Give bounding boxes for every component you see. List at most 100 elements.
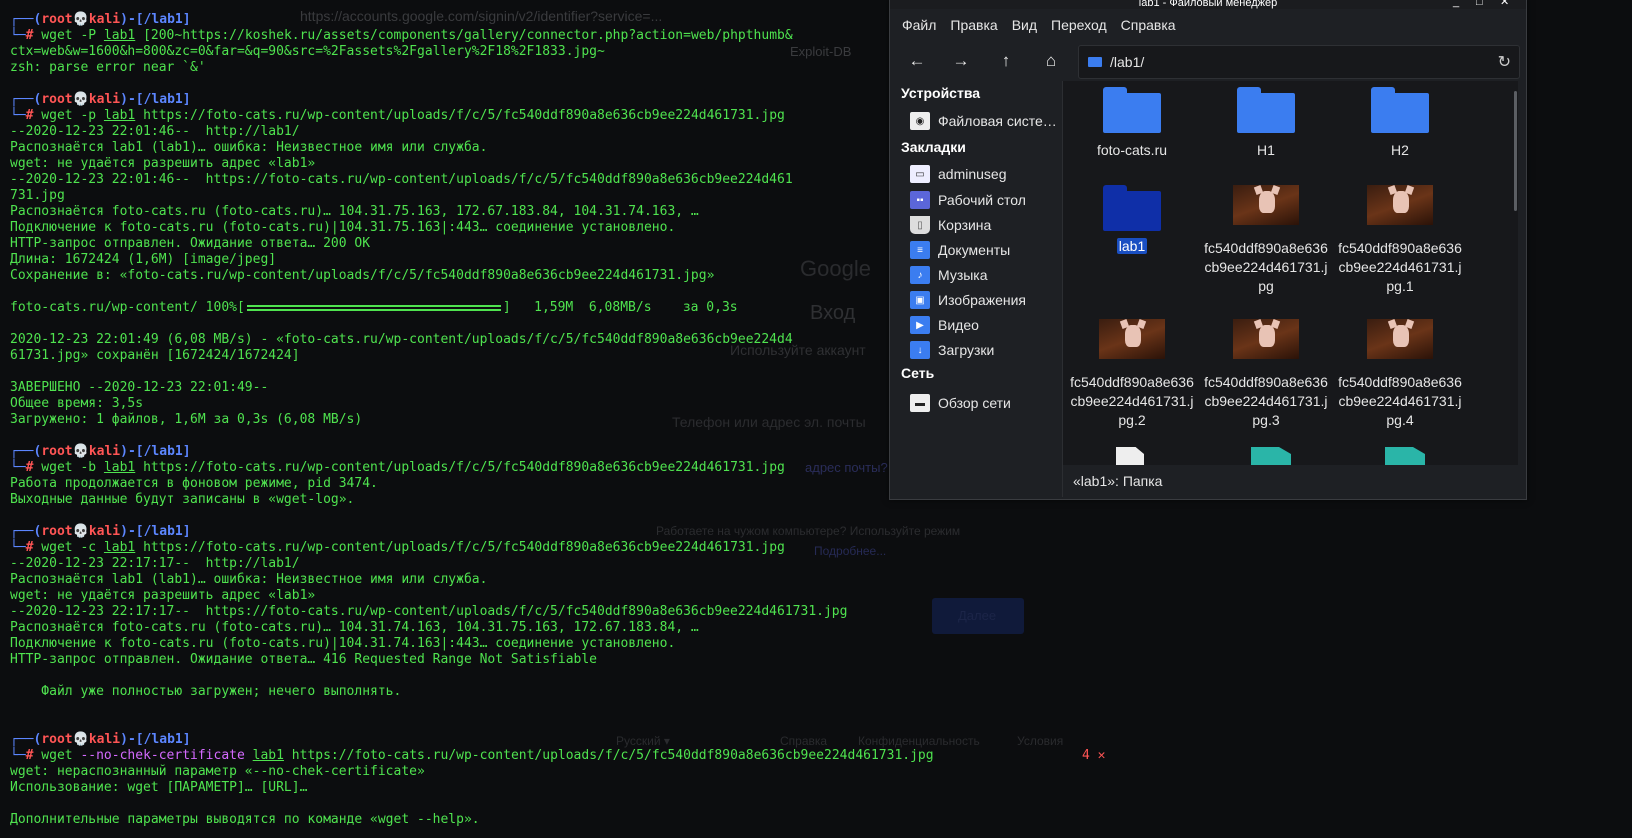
command-text: wget -b bbox=[33, 460, 104, 475]
maximize-icon[interactable]: □ bbox=[1476, 0, 1483, 8]
prompt-host: kali bbox=[88, 524, 121, 539]
sidebar-item-label: Обзор сети bbox=[938, 395, 1011, 411]
terminal-output-line: HTTP-запрос отправлен. Ожидание ответа… … bbox=[10, 236, 371, 251]
sidebar-item-trash[interactable]: ▯ Корзина bbox=[910, 213, 991, 237]
sidebar-item-label: adminuseg bbox=[938, 166, 1007, 182]
location-bar[interactable]: /lab1/ ↻ bbox=[1078, 45, 1520, 79]
item-label: fc540ddf890a8e636cb9ee224d461731.jpg.2 bbox=[1070, 374, 1194, 428]
prompt-bracket: ] bbox=[182, 444, 191, 459]
up-arrow-icon[interactable]: ↑ bbox=[990, 46, 1022, 76]
sidebar-item-label: Корзина bbox=[938, 217, 992, 233]
prompt-arrow: └─ bbox=[10, 108, 26, 123]
prompt-arrow: └─ bbox=[10, 748, 26, 763]
command-text: wget -p bbox=[33, 108, 104, 123]
item-label: H2 bbox=[1391, 142, 1409, 158]
network-icon: ▬ bbox=[910, 394, 930, 412]
terminal-output-line: 2020-12-23 22:01:49 (6,08 MB/s) - «foto-… bbox=[10, 332, 793, 347]
prompt-dir: /lab1 bbox=[143, 524, 183, 539]
file-manager-window[interactable]: lab1 - Файловый менеджер _ □ ✕ Файл Прав… bbox=[889, 0, 1527, 500]
sidebar-item-label: Документы bbox=[938, 242, 1011, 258]
sidebar-item-music[interactable]: ♪ Музыка bbox=[910, 263, 988, 287]
menu-help[interactable]: Справка bbox=[1121, 17, 1176, 33]
menu-file[interactable]: Файл bbox=[902, 17, 936, 33]
terminal-output-line: Распознаётся foto-cats.ru (foto-cats.ru)… bbox=[10, 204, 699, 219]
prompt-bracket: ] bbox=[182, 732, 191, 747]
command-text: https://foto-cats.ru/wp-content/uploads/… bbox=[135, 460, 785, 475]
prompt-bracket: ┌──( bbox=[10, 444, 42, 459]
forward-arrow-icon[interactable]: → bbox=[945, 46, 977, 76]
prompt-bracket: ] bbox=[182, 92, 191, 107]
folder-item-selected[interactable]: lab1 bbox=[1065, 185, 1199, 256]
home-icon[interactable]: ⌂ bbox=[1035, 46, 1067, 76]
image-item[interactable]: fc540ddf890a8e636cb9ee224d461731.jpg.2 bbox=[1065, 319, 1199, 430]
command-dir: lab1 bbox=[103, 460, 136, 475]
terminal-output-line: HTTP-запрос отправлен. Ожидание ответа… … bbox=[10, 652, 597, 667]
scrollbar[interactable] bbox=[1514, 91, 1517, 211]
progress-bar bbox=[246, 304, 501, 311]
menu-view[interactable]: Вид bbox=[1012, 17, 1037, 33]
command-dir: lab1 bbox=[103, 28, 136, 43]
folder-icon bbox=[1103, 185, 1161, 231]
sidebar-item-network[interactable]: ▬ Обзор сети bbox=[910, 391, 1011, 415]
image-item[interactable]: fc540ddf890a8e636cb9ee224d461731.jpg.3 bbox=[1199, 319, 1333, 430]
item-label: foto-cats.ru bbox=[1096, 142, 1168, 158]
sidebar-item-label: Рабочий стол bbox=[938, 192, 1026, 208]
terminal-output-line: Дополнительные параметры выводятся по ко… bbox=[10, 812, 480, 827]
prompt-header: ┌──(root💀kali)-[/lab1] bbox=[10, 524, 191, 540]
image-item[interactable]: fc540ddf890a8e636cb9ee224d461731.jpg.4 bbox=[1333, 319, 1467, 430]
file-icon bbox=[1116, 447, 1144, 465]
prompt-arrow: └─ bbox=[10, 460, 26, 475]
command-text: wget -c bbox=[33, 540, 104, 555]
terminal-output-line: Распознаётся foto-cats.ru (foto-cats.ru)… bbox=[10, 620, 699, 635]
error-icon: ✕ bbox=[1097, 748, 1106, 763]
reload-icon[interactable]: ↻ bbox=[1498, 52, 1511, 72]
drive-icon: ◉ bbox=[910, 112, 930, 130]
toolbar: ← → ↑ ⌂ /lab1/ ↻ bbox=[890, 41, 1526, 81]
back-arrow-icon[interactable]: ← bbox=[901, 46, 933, 76]
prompt-bracket: ┌──( bbox=[10, 12, 42, 27]
sidebar-item-home[interactable]: ▭ adminuseg bbox=[910, 162, 1007, 186]
menu-go[interactable]: Переход bbox=[1051, 17, 1107, 33]
folder-item[interactable]: H2 bbox=[1333, 87, 1467, 160]
prompt-user: root bbox=[41, 444, 73, 459]
image-item[interactable]: fc540ddf890a8e636cb9ee224d461731.jpg bbox=[1199, 185, 1333, 296]
prompt-header: ┌──(root💀kali)-[/lab1] bbox=[10, 732, 191, 748]
downloads-icon: ↓ bbox=[910, 341, 930, 359]
folder-icon bbox=[1371, 87, 1429, 133]
menu-edit[interactable]: Правка bbox=[950, 17, 997, 33]
sidebar-item-documents[interactable]: ≡ Документы bbox=[910, 238, 1010, 262]
sidebar-item-downloads[interactable]: ↓ Загрузки bbox=[910, 338, 994, 362]
item-label: H1 bbox=[1257, 142, 1275, 158]
folder-icon bbox=[1237, 87, 1295, 133]
terminal-output-line: --2020-12-23 22:17:17-- http://lab1/ bbox=[10, 556, 300, 571]
sidebar-item-video[interactable]: ▶ Видео bbox=[910, 313, 979, 337]
terminal-output-line: --2020-12-23 22:01:46-- https://foto-cat… bbox=[10, 172, 793, 187]
image-item[interactable]: fc540ddf890a8e636cb9ee224d461731.jpg.1 bbox=[1333, 185, 1467, 296]
exit-code: 4 bbox=[1082, 748, 1098, 763]
prompt-bracket: ] bbox=[182, 12, 191, 27]
file-view[interactable]: foto-cats.ru H1 H2 lab1 fc540ddf890a8e63… bbox=[1063, 81, 1518, 465]
command-flag: --no-chek-certificate bbox=[80, 748, 245, 763]
sidebar-item-pictures[interactable]: ▣ Изображения bbox=[910, 288, 1026, 312]
folder-item[interactable]: foto-cats.ru bbox=[1065, 87, 1199, 160]
image-thumbnail bbox=[1367, 319, 1433, 359]
terminal-output-line: wget: нераспознанный параметр «--no-chek… bbox=[10, 764, 425, 779]
close-icon[interactable]: ✕ bbox=[1500, 0, 1509, 8]
sidebar-item-filesystem[interactable]: ◉ Файловая систе… bbox=[910, 109, 1057, 133]
prompt-host: kali bbox=[88, 444, 121, 459]
prompt-bracket: ┌──( bbox=[10, 524, 42, 539]
prompt-bracket: )-[ bbox=[120, 732, 144, 747]
skull-icon: 💀 bbox=[72, 444, 89, 459]
prompt-command: └─# wget -P lab1 [200~https://koshek.ru/… bbox=[10, 28, 793, 44]
image-thumbnail bbox=[1099, 319, 1165, 359]
minimize-icon[interactable]: _ bbox=[1453, 0, 1459, 8]
network-header: Сеть bbox=[901, 365, 935, 381]
command-dir: lab1 bbox=[103, 108, 136, 123]
folder-icon bbox=[1103, 87, 1161, 133]
terminal-output-line: zsh: parse error near `&' bbox=[10, 60, 206, 75]
sidebar-item-label: Видео bbox=[938, 317, 979, 333]
prompt-header: ┌──(root💀kali)-[/lab1] bbox=[10, 92, 191, 108]
sidebar-item-desktop[interactable]: ▪▪ Рабочий стол bbox=[910, 188, 1026, 212]
folder-item[interactable]: H1 bbox=[1199, 87, 1333, 160]
terminal-output-line: Длина: 1672424 (1,6M) [image/jpeg] bbox=[10, 252, 277, 267]
